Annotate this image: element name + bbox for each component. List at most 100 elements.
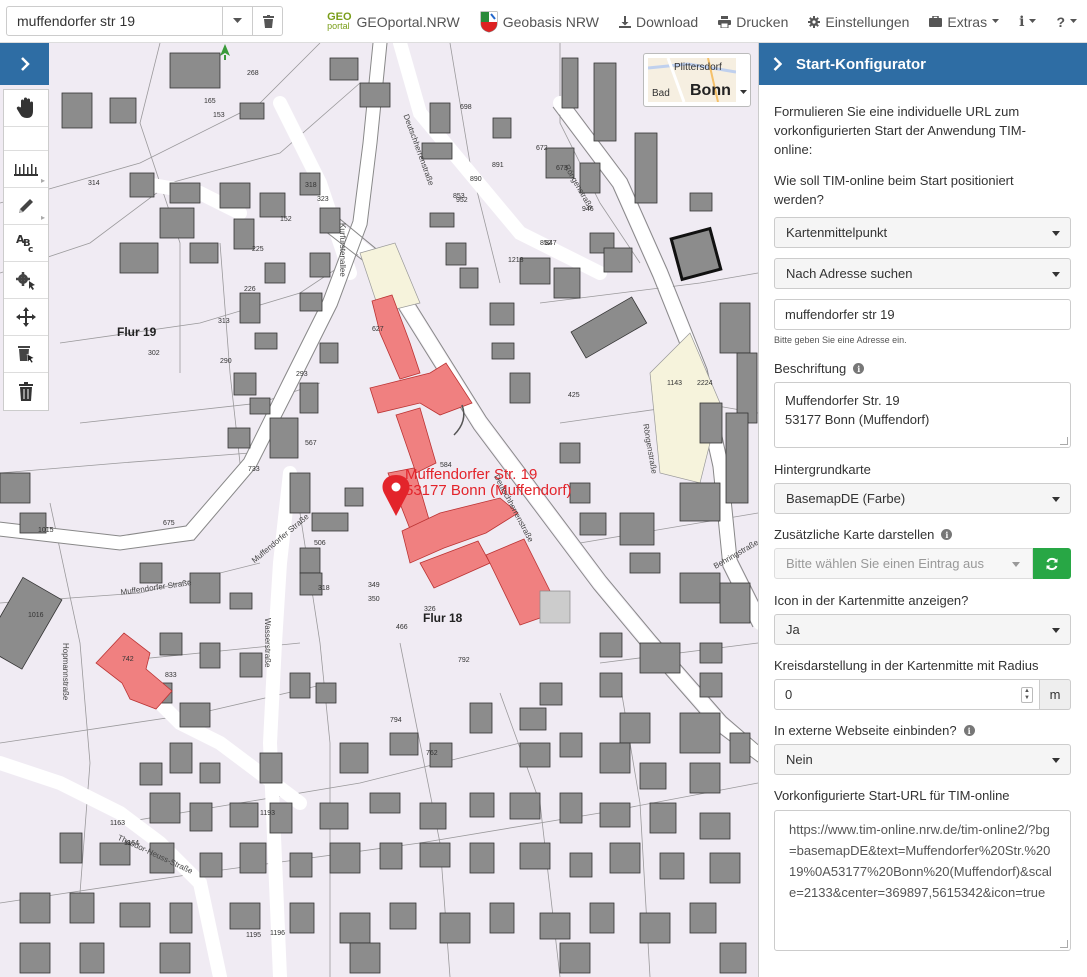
nav-info[interactable]: i (1009, 0, 1046, 43)
zusatz-label: Zusätzliche Karte darstellen i (774, 527, 1071, 542)
parcel-number: 302 (148, 350, 160, 357)
icon-select-value: Ja (786, 622, 800, 637)
measure-tool-button[interactable] (4, 151, 48, 188)
parcel-number: 1164 (124, 840, 140, 847)
caret-down-icon (1052, 758, 1060, 763)
parcel-number: 584 (440, 462, 452, 469)
delete-all-tool-button[interactable] (4, 373, 48, 410)
resize-handle[interactable] (1060, 437, 1068, 445)
beschriftung-line1: Muffendorfer Str. 19 (785, 393, 900, 408)
nav-drucken-label: Drucken (736, 13, 789, 30)
caret-down-icon (1070, 19, 1077, 23)
overview-label-bad: Bad (652, 88, 670, 99)
caret-down-icon (1029, 19, 1037, 23)
info-icon[interactable]: i (853, 363, 865, 374)
address-help-text: Bitte geben Sie eine Adresse ein. (774, 335, 907, 345)
icon-label: Icon in der Kartenmitte anzeigen? (774, 593, 969, 608)
parcel-number: 1143 (667, 380, 683, 387)
flur-label: Flur 18 (423, 611, 463, 625)
address-input-value: muffendorfer str 19 (785, 307, 895, 322)
zusatz-label-text: Zusätzliche Karte darstellen (774, 527, 935, 542)
hintergrund-label: Hintergrundkarte (774, 462, 871, 477)
move-tool-button[interactable] (4, 299, 48, 336)
beschriftung-label: Beschriftung i (774, 361, 1071, 376)
download-icon (618, 15, 631, 28)
parcel-number: 792 (458, 657, 470, 664)
position-select-value: Kartenmittelpunkt (786, 225, 888, 240)
parcel-number: 794 (390, 717, 402, 724)
extern-label-text: In externe Webseite einbinden? (774, 723, 957, 738)
nrw-coat-of-arms-icon (480, 11, 498, 33)
nav-help[interactable]: ? (1046, 0, 1087, 43)
caret-down-icon (1012, 562, 1020, 567)
method-select[interactable]: Nach Adresse suchen (774, 258, 1071, 289)
delete-select-tool-button[interactable] (4, 336, 48, 373)
panel-body: Formulieren Sie eine individuelle URL zu… (759, 102, 1087, 951)
parcel-number: 891 (492, 162, 504, 169)
zusatz-select[interactable]: Bitte wählen Sie einen Eintrag aus (774, 548, 1033, 579)
radius-spinner[interactable]: ▲ ▼ (1021, 687, 1033, 703)
svg-text:c: c (28, 245, 33, 254)
panel-toggle-button[interactable] (0, 43, 49, 85)
hintergrund-select[interactable]: BasemapDE (Farbe) (774, 483, 1071, 514)
start-url-textarea[interactable]: https://www.tim-online.nrw.de/tim-online… (774, 810, 1071, 951)
street-label: Wasserstraße (263, 618, 272, 668)
pan-tool-button[interactable] (4, 90, 48, 127)
gears-cursor-icon (16, 272, 35, 290)
info-icon[interactable]: i (963, 725, 975, 736)
position-select[interactable]: Kartenmittelpunkt (774, 217, 1071, 248)
kreis-row: 0 ▲ ▼ m (774, 679, 1071, 710)
draw-tool-button[interactable] (4, 188, 48, 225)
nav-einstellungen[interactable]: Einstellungen (798, 0, 919, 43)
parcel-number: 1196 (270, 930, 286, 937)
nav-geoportal-label: GEOportal.NRW (356, 13, 460, 30)
info-icon: i (1019, 13, 1025, 30)
marker-label: Muffendorfer Str. 19 53177 Bonn (Muffend… (405, 467, 572, 499)
address-input[interactable]: muffendorfer str 19 (774, 299, 1071, 330)
extern-select[interactable]: Nein (774, 744, 1071, 775)
street-label: Hopmannstraße (61, 643, 70, 701)
search-clear-button[interactable] (252, 7, 283, 35)
nav-drucken[interactable]: Drucken (708, 0, 798, 43)
settings-tool-button[interactable] (4, 262, 48, 299)
extern-label: In externe Webseite einbinden? i (774, 723, 1071, 738)
panel-title: Start-Konfigurator (796, 55, 926, 73)
resize-handle[interactable] (1060, 940, 1068, 948)
overview-map-button[interactable]: Plittersdorf Bad Bonn (643, 53, 751, 107)
parcel-number: 318 (318, 585, 330, 592)
trash-icon (19, 381, 33, 401)
map-view[interactable]: Flur 19 Flur 18 Muffendorfer Str. 19 531… (0, 43, 758, 977)
marker-label-line2: 53177 Bonn (Muffendorf) (405, 482, 572, 499)
geoportal-logo: GEO portal (327, 10, 352, 31)
search-dropdown-button[interactable] (222, 7, 252, 35)
icon-select[interactable]: Ja (774, 614, 1071, 645)
parcel-number: 323 (317, 196, 329, 203)
beschriftung-textarea[interactable]: Muffendorfer Str. 19 53177 Bonn (Muffend… (774, 382, 1071, 448)
info-icon[interactable]: i (941, 529, 953, 540)
parcel-number: 153 (213, 112, 225, 119)
kreis-label: Kreisdarstellung in der Kartenmitte mit … (774, 658, 1039, 673)
caret-down-icon (1052, 272, 1060, 277)
chevron-right-icon (773, 57, 782, 71)
parcel-number: 1016 (28, 612, 44, 619)
parcel-number: 350 (368, 596, 380, 603)
parcel-number: 165 (204, 98, 216, 105)
radius-input[interactable]: 0 ▲ ▼ (774, 679, 1040, 710)
nav-geoportal[interactable]: GEO portal GEOportal.NRW (317, 0, 470, 43)
map-toolbox: A B c (3, 89, 49, 411)
parcel-number: 1163 (110, 820, 126, 827)
parcel-number: 627 (372, 326, 384, 333)
parcel-number: 268 (247, 70, 259, 77)
parcel-number: 314 (88, 180, 100, 187)
overview-label-bonn: Bonn (690, 82, 731, 99)
parcel-number: 567 (305, 440, 317, 447)
collapse-panel-button[interactable] (773, 57, 782, 71)
text-tool-button[interactable]: A B c (4, 225, 48, 262)
nav-download[interactable]: Download (609, 0, 708, 43)
hand-icon (16, 97, 33, 118)
refresh-button[interactable] (1033, 548, 1071, 579)
nav-geobasis[interactable]: Geobasis NRW (470, 0, 609, 43)
nav-extras[interactable]: Extras (919, 0, 1009, 43)
parcel-number: 672 (536, 145, 548, 152)
search-input[interactable] (7, 7, 222, 35)
